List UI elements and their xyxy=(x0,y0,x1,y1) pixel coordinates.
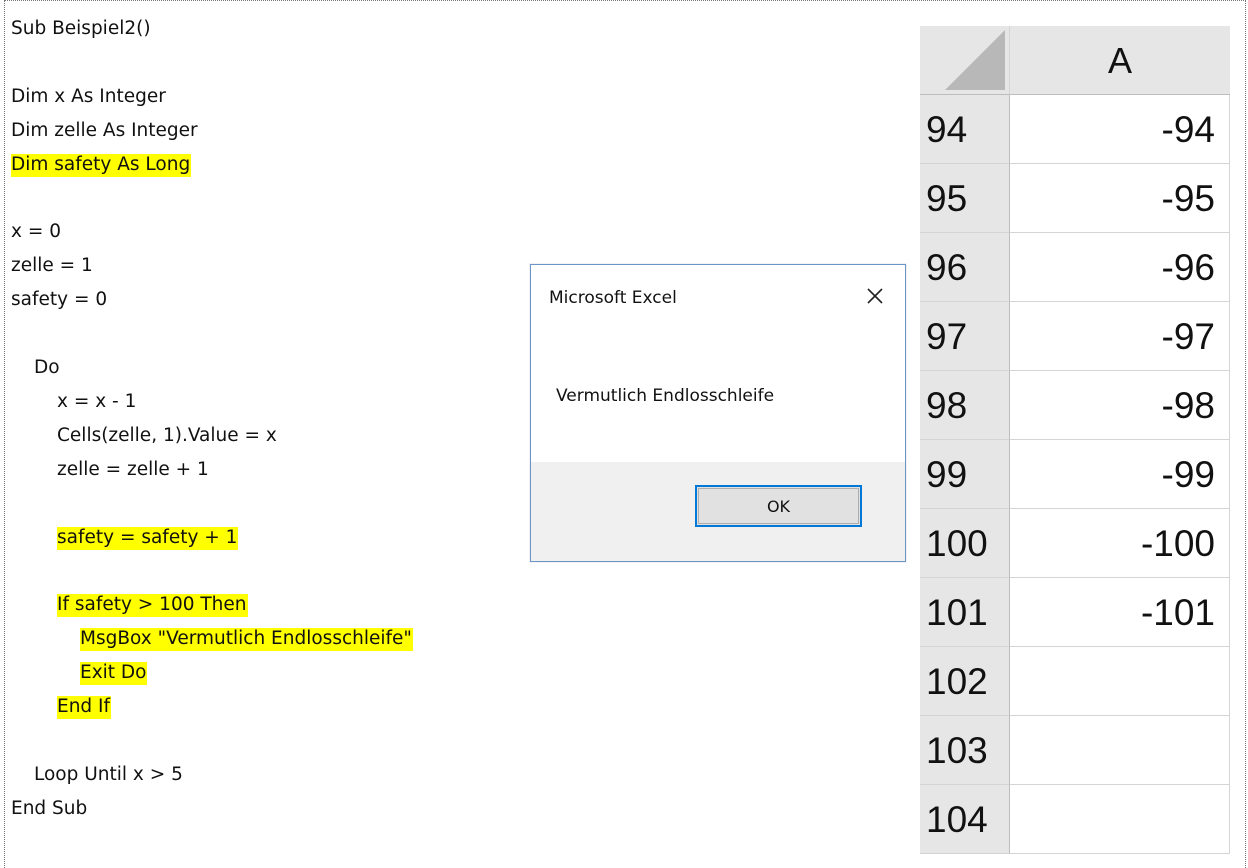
row-header[interactable]: 99 xyxy=(920,440,1010,509)
code-text: Cells(zelle, 1).Value = x xyxy=(57,424,277,446)
row-header[interactable]: 98 xyxy=(920,371,1010,440)
row-header[interactable]: 103 xyxy=(920,716,1010,785)
code-text: Loop Until x > 5 xyxy=(34,763,183,785)
column-header-a[interactable]: A xyxy=(1010,26,1230,95)
highlighted-code-text: Dim safety As Long xyxy=(11,153,192,177)
sheet-row: 98 -98 xyxy=(920,371,1230,440)
row-header[interactable]: 101 xyxy=(920,578,1010,647)
sheet-row: 99 -99 xyxy=(920,440,1230,509)
spreadsheet: A 94 -94 95 -95 96 -96 97 -97 98 -98 99 -99 100 -100 1… xyxy=(920,26,1230,854)
row-header[interactable]: 102 xyxy=(920,647,1010,716)
ok-button[interactable]: OK xyxy=(695,485,862,527)
code-line: Dim zelle As Integer xyxy=(11,118,198,145)
code-line: Exit Do xyxy=(80,660,148,687)
code-text: x = 0 xyxy=(11,221,61,243)
dialog-footer: OK xyxy=(531,462,905,561)
cell-a[interactable] xyxy=(1010,785,1230,854)
code-text: Sub Beispiel2() xyxy=(11,18,151,39)
select-all-corner[interactable] xyxy=(920,26,1010,95)
code-text: Dim x As Integer xyxy=(11,85,166,107)
code-line: Dim x As Integer xyxy=(11,84,166,111)
code-line: safety = safety + 1 xyxy=(57,525,239,552)
msgbox-dialog: Microsoft Excel Vermutlich Endlosschleif… xyxy=(530,264,906,562)
sheet-row: 101 -101 xyxy=(920,578,1230,647)
cell-a[interactable] xyxy=(1010,647,1230,716)
code-line: End Sub xyxy=(11,796,87,823)
code-line: zelle = 1 xyxy=(11,253,93,280)
code-text: safety = 0 xyxy=(11,289,108,311)
cell-a[interactable]: -101 xyxy=(1010,578,1230,647)
code-line: Do xyxy=(34,355,60,382)
row-header[interactable]: 100 xyxy=(920,509,1010,578)
code-line: safety = 0 xyxy=(11,287,107,314)
row-header[interactable]: 95 xyxy=(920,164,1010,233)
code-text: zelle = zelle + 1 xyxy=(57,458,209,480)
sheet-row: 95 -95 xyxy=(920,164,1230,233)
code-line: Loop Until x > 5 xyxy=(34,762,183,789)
cell-a[interactable]: -95 xyxy=(1010,164,1230,233)
row-header[interactable]: 97 xyxy=(920,302,1010,371)
code-text: End Sub xyxy=(11,797,88,819)
highlighted-code-text: If safety > 100 Then xyxy=(57,594,248,618)
row-header[interactable]: 104 xyxy=(920,785,1010,854)
highlighted-code-text: End If xyxy=(57,696,112,719)
code-line: Sub Beispiel2() xyxy=(11,16,151,43)
code-line: x = 0 xyxy=(11,219,61,246)
cell-a[interactable] xyxy=(1010,716,1230,785)
sheet-row: 97 -97 xyxy=(920,302,1230,371)
code-line: End If xyxy=(57,694,112,721)
close-icon[interactable] xyxy=(858,279,892,313)
code-line: Cells(zelle, 1).Value = x xyxy=(57,423,277,450)
code-text: Dim zelle As Integer xyxy=(11,119,198,141)
highlighted-code-text: Exit Do xyxy=(80,662,148,686)
code-line: If safety > 100 Then xyxy=(57,592,248,619)
code-line: MsgBox "Vermutlich Endlosschleife" xyxy=(80,626,413,653)
sheet-row: 94 -94 xyxy=(920,95,1230,164)
row-header[interactable]: 94 xyxy=(920,95,1010,164)
cell-a[interactable]: -97 xyxy=(1010,302,1230,371)
code-line: Dim safety As Long xyxy=(11,152,192,179)
dialog-title: Microsoft Excel xyxy=(549,288,677,308)
code-text: Do xyxy=(34,357,60,378)
select-all-triangle-icon xyxy=(945,30,1005,90)
cell-a[interactable]: -99 xyxy=(1010,440,1230,509)
dialog-message: Vermutlich Endlosschleife xyxy=(556,386,775,406)
code-text: x = x - 1 xyxy=(57,390,137,412)
sheet-row: 103 xyxy=(920,716,1230,785)
row-header[interactable]: 96 xyxy=(920,233,1010,302)
code-line: x = x - 1 xyxy=(57,389,136,416)
sheet-row: 102 xyxy=(920,647,1230,716)
highlighted-code-text: MsgBox "Vermutlich Endlosschleife" xyxy=(80,628,413,652)
code-text: zelle = 1 xyxy=(11,255,93,277)
cell-a[interactable]: -96 xyxy=(1010,233,1230,302)
sheet-row: 100 -100 xyxy=(920,509,1230,578)
sheet-row: 96 -96 xyxy=(920,233,1230,302)
cell-a[interactable]: -100 xyxy=(1010,509,1230,578)
code-line: zelle = zelle + 1 xyxy=(57,457,209,484)
cell-a[interactable]: -98 xyxy=(1010,371,1230,440)
highlighted-code-text: safety = safety + 1 xyxy=(57,526,239,550)
sheet-row: 104 xyxy=(920,785,1230,854)
cell-a[interactable]: -94 xyxy=(1010,95,1230,164)
